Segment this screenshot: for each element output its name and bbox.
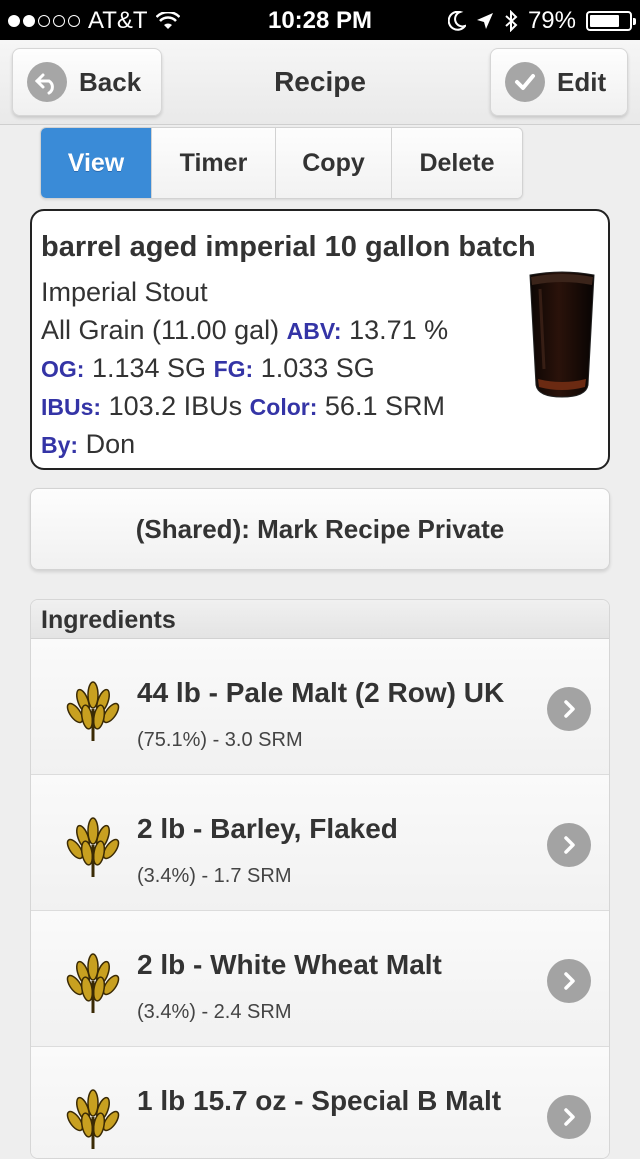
chevron-right-icon[interactable] [547,687,591,731]
fg-label: FG: [213,356,254,382]
color-value: 56.1 SRM [324,391,445,421]
recipe-bitterness-color: IBUs: 103.2 IBUs Color: 56.1 SRM [41,391,445,422]
beer-glass-icon [529,271,595,398]
ingredient-detail: (3.4%) - 1.7 SRM [137,865,292,887]
fg-value: 1.033 SG [260,353,375,383]
mark-private-button[interactable]: (Shared): Mark Recipe Private [30,488,610,570]
moon-icon [447,11,466,31]
back-button[interactable]: Back [12,48,162,116]
color-label: Color: [249,394,318,420]
checkmark-icon [505,62,545,102]
tab-view[interactable]: View [41,128,152,198]
recipe-gravity: OG: 1.134 SG FG: 1.033 SG [41,353,375,384]
tab-timer[interactable]: Timer [152,128,276,198]
ingredient-name: 2 lb - Barley, Flaked [137,813,398,844]
ingredient-name: 2 lb - White Wheat Malt [137,949,442,980]
tab-delete[interactable]: Delete [392,128,522,198]
recipe-tabs: View Timer Copy Delete [40,127,523,199]
grain-icon [66,681,120,741]
ingredients-list: Ingredients 44 lb - Pale Malt (2 Row) UK… [30,599,610,1159]
battery-icon [586,11,636,31]
recipe-style: Imperial Stout [41,277,208,307]
nav-header: Recipe Back Edit [0,40,640,125]
recipe-name: barrel aged imperial 10 gallon batch [41,231,536,263]
battery-percent: 79% [527,7,576,34]
recipe-summary-card: barrel aged imperial 10 gallon batch Imp… [30,209,610,470]
tab-copy[interactable]: Copy [276,128,392,198]
grain-icon [66,817,120,877]
recipe-type-abv: All Grain (11.00 gal) ABV: 13.71 % [41,315,448,346]
abv-value: 13.71 % [349,315,449,345]
ingredients-heading: Ingredients [31,600,609,639]
abv-label: ABV: [286,318,342,344]
ingredient-detail: (75.1%) - 3.0 SRM [137,729,303,751]
back-label: Back [79,66,142,97]
edit-label: Edit [557,66,607,97]
ibu-value: 103.2 IBUs [108,391,243,421]
list-item[interactable]: 1 lb 15.7 oz - Special B Malt [31,1047,609,1158]
ibu-label: IBUs: [41,394,102,420]
list-item[interactable]: 2 lb - Barley, Flaked (3.4%) - 1.7 SRM [31,775,609,911]
author-name: Don [85,429,136,459]
status-bar: AT&T 10:28 PM 79% [0,0,640,40]
chevron-right-icon[interactable] [547,823,591,867]
back-arrow-icon [27,62,67,102]
grain-icon [66,1089,120,1149]
location-arrow-icon [476,13,493,29]
ingredient-name: 1 lb 15.7 oz - Special B Malt [137,1085,502,1116]
recipe-type-size: All Grain (11.00 gal) [41,315,280,345]
status-icons: 79% [447,7,636,35]
edit-button[interactable]: Edit [490,48,628,116]
list-item[interactable]: 2 lb - White Wheat Malt (3.4%) - 2.4 SRM [31,911,609,1047]
by-label: By: [41,432,79,458]
recipe-author: By: Don [41,429,135,460]
og-label: OG: [41,356,85,382]
list-item[interactable]: 44 lb - Pale Malt (2 Row) UK (75.1%) - 3… [31,639,609,775]
chevron-right-icon[interactable] [547,1095,591,1139]
ingredient-detail: (3.4%) - 2.4 SRM [137,1001,292,1023]
bluetooth-icon [505,10,518,32]
og-value: 1.134 SG [91,353,207,383]
ingredient-name: 44 lb - Pale Malt (2 Row) UK [137,677,505,708]
grain-icon [66,953,120,1013]
chevron-right-icon[interactable] [547,959,591,1003]
